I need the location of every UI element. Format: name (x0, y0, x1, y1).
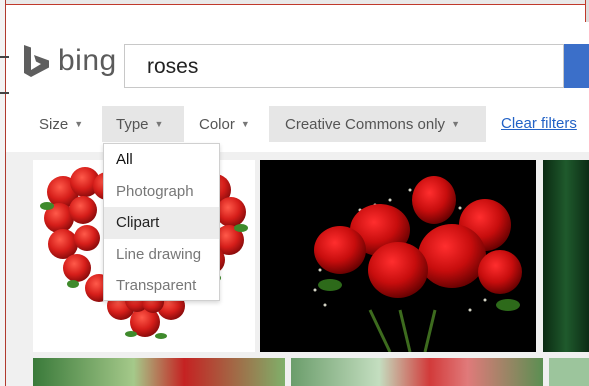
type-option-clipart[interactable]: Clipart (104, 207, 219, 239)
caret-down-icon: ▼ (240, 119, 250, 129)
bing-logo[interactable]: bing (22, 44, 117, 78)
caret-down-icon: ▼ (451, 119, 460, 129)
frame-tick-1 (0, 56, 9, 58)
caret-down-icon: ▼ (74, 119, 84, 129)
filter-color-label: Color (199, 116, 235, 133)
search-input[interactable] (145, 53, 549, 81)
filter-type[interactable]: Type ▼ (102, 106, 184, 142)
filter-license-label: Creative Commons only (285, 116, 446, 133)
window-right-edge (585, 0, 589, 22)
type-dropdown-menu: All Photograph Clipart Line drawing Tran… (103, 143, 220, 301)
logo-text: bing (58, 44, 117, 77)
image-result-green-partial[interactable] (543, 160, 589, 352)
filter-type-label: Type (116, 116, 149, 133)
bing-b-icon (24, 45, 49, 77)
type-option-photograph[interactable]: Photograph (104, 176, 219, 208)
clear-filters-link[interactable]: Clear filters (501, 106, 577, 142)
window-top-edge (0, 0, 589, 5)
image-result-rose-bouquet[interactable] (260, 160, 536, 352)
rose-bouquet-image (313, 176, 522, 352)
search-button[interactable] (564, 44, 589, 88)
filter-color[interactable]: Color ▼ (190, 106, 259, 142)
type-option-all[interactable]: All (104, 144, 219, 176)
filter-size-label: Size (39, 116, 69, 133)
image-result-row2-3[interactable] (549, 358, 589, 386)
frame-tick-2 (0, 92, 9, 94)
filter-bar: Size ▼ Type ▼ Color ▼ Creative Commons only… (0, 106, 589, 144)
search-box[interactable] (124, 44, 564, 88)
type-option-transparent[interactable]: Transparent (104, 270, 219, 302)
filter-size[interactable]: Size ▼ (30, 106, 92, 142)
type-option-line-drawing[interactable]: Line drawing (104, 239, 219, 271)
image-result-row2-1[interactable] (33, 358, 285, 386)
filter-license[interactable]: Creative Commons only ▼ (269, 106, 486, 142)
image-result-row2-2[interactable] (291, 358, 543, 386)
caret-down-icon: ▼ (154, 119, 164, 129)
